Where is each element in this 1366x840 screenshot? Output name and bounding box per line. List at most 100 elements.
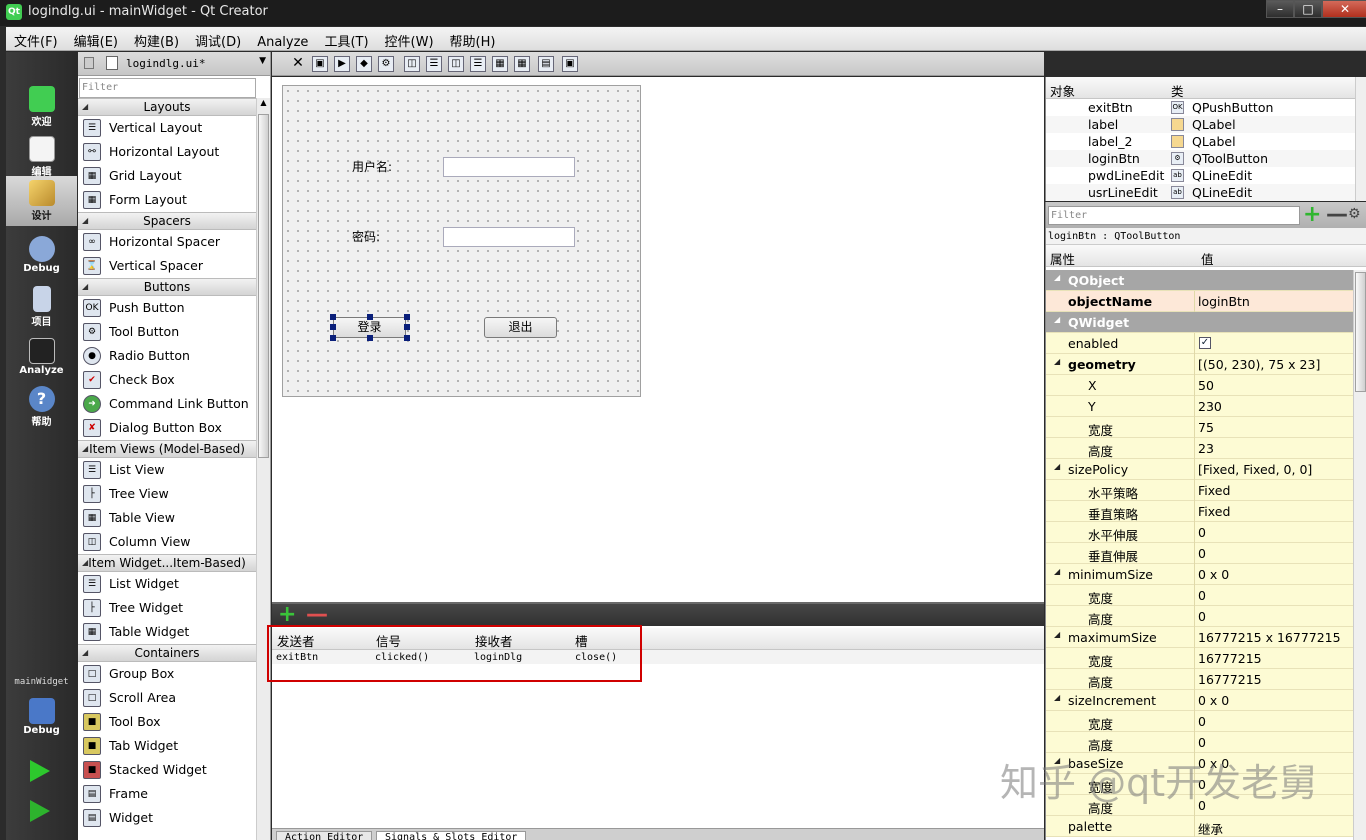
property-row[interactable]: Y 230 — [1046, 396, 1353, 417]
widget-item[interactable]: ▦ Table View — [78, 506, 256, 530]
property-row[interactable]: 高度 0 — [1046, 606, 1353, 627]
widget-item[interactable]: ☰ List View — [78, 458, 256, 482]
kit-selector[interactable]: Debug — [6, 694, 77, 744]
widget-item[interactable]: ● Radio Button — [78, 344, 256, 368]
category-layouts[interactable]: Layouts — [78, 98, 256, 116]
login-form-preview[interactable]: 用户名: 密码: 登录 退出 — [282, 85, 641, 397]
property-value[interactable]: [(50, 230), 75 x 23] — [1198, 357, 1320, 372]
property-value[interactable]: 50 — [1198, 378, 1214, 393]
widget-item[interactable]: ☰ Vertical Layout — [78, 116, 256, 140]
object-row[interactable]: usrLineEdit ab QLineEdit — [1046, 184, 1366, 201]
property-value[interactable]: 0 — [1198, 546, 1206, 561]
layout-vertical-icon[interactable]: ☰ — [426, 56, 442, 72]
category-spacers[interactable]: Spacers — [78, 212, 256, 230]
property-row[interactable]: ◢ minimumSize 0 x 0 — [1046, 564, 1353, 585]
layout-v-splitter-icon[interactable]: ☰ — [470, 56, 486, 72]
property-value[interactable]: Fixed — [1198, 483, 1230, 498]
property-value[interactable]: 23 — [1198, 441, 1214, 456]
column-class[interactable]: 类 — [1171, 81, 1184, 100]
widget-item[interactable]: OK Push Button — [78, 296, 256, 320]
menu-file[interactable]: 文件(F) — [6, 27, 66, 51]
mode-projects[interactable]: 项目 — [6, 282, 77, 332]
widget-item[interactable]: ✘ Dialog Button Box — [78, 416, 256, 440]
object-row[interactable]: loginBtn ⚙ QToolButton — [1046, 150, 1366, 167]
menu-controls[interactable]: 控件(W) — [377, 27, 442, 51]
edit-buddies-icon[interactable]: ◆ — [356, 56, 372, 72]
property-value[interactable]: Fixed — [1198, 504, 1230, 519]
column-value[interactable]: 值 — [1201, 249, 1214, 268]
tab-action-editor[interactable]: Action Editor — [276, 831, 373, 840]
property-row[interactable]: ◢ QWidget — [1046, 312, 1353, 333]
run-icon[interactable] — [30, 760, 50, 782]
layout-grid-icon[interactable]: ▦ — [514, 56, 530, 72]
widget-item[interactable]: ├ Tree View — [78, 482, 256, 506]
property-row[interactable]: 宽度 16777215 — [1046, 648, 1353, 669]
property-row[interactable]: 宽度 75 — [1046, 417, 1353, 438]
property-value[interactable]: 0 — [1198, 525, 1206, 540]
object-row[interactable]: exitBtn OK QPushButton — [1046, 99, 1366, 116]
property-value[interactable]: 0 — [1198, 588, 1206, 603]
property-row[interactable]: 高度 23 — [1046, 438, 1353, 459]
selection-handle[interactable] — [330, 335, 336, 341]
menu-tools[interactable]: 工具(T) — [316, 27, 376, 51]
layout-horizontal-icon[interactable]: ◫ — [404, 56, 420, 72]
widget-filter-input[interactable]: Filter — [79, 78, 256, 98]
expand-triangle-icon[interactable]: ◢ — [1054, 567, 1060, 576]
property-value[interactable]: 230 — [1198, 399, 1222, 414]
property-row[interactable]: 宽度 0 — [1046, 585, 1353, 606]
property-row[interactable]: 水平伸展 0 — [1046, 522, 1353, 543]
property-value[interactable]: [Fixed, Fixed, 0, 0] — [1198, 462, 1312, 477]
category-item-widgets[interactable]: Item Widget...Item-Based) — [78, 554, 256, 572]
widget-item[interactable]: ■ Tab Widget — [78, 734, 256, 758]
wrench-icon[interactable]: ⚙ — [1348, 206, 1361, 222]
widget-item[interactable]: ✔ Check Box — [78, 368, 256, 392]
property-filter-input[interactable]: Filter — [1048, 206, 1300, 225]
property-row[interactable]: 水平策略 Fixed — [1046, 480, 1353, 501]
property-value[interactable]: loginBtn — [1198, 294, 1250, 309]
mode-debug[interactable]: Debug — [6, 232, 77, 282]
menu-debug[interactable]: 调试(D) — [187, 27, 249, 51]
expand-triangle-icon[interactable]: ◢ — [1054, 693, 1060, 702]
widget-item[interactable]: ◫ Column View — [78, 530, 256, 554]
property-scrollbar[interactable] — [1353, 270, 1366, 840]
remove-connection-icon[interactable]: — — [306, 604, 328, 626]
selection-handle[interactable] — [330, 324, 336, 330]
add-connection-icon[interactable]: + — [278, 604, 296, 626]
widget-item[interactable]: ⚙ Tool Button — [78, 320, 256, 344]
property-value[interactable]: 0 — [1198, 735, 1206, 750]
widget-item[interactable]: ➜ Command Link Button — [78, 392, 256, 416]
mode-welcome[interactable]: 欢迎 — [6, 82, 77, 132]
menu-build[interactable]: 构建(B) — [126, 27, 187, 51]
break-layout-icon[interactable]: ▤ — [538, 56, 554, 72]
mode-help[interactable]: ? 帮助 — [6, 382, 77, 432]
widget-item[interactable]: ■ Stacked Widget — [78, 758, 256, 782]
property-value[interactable]: 0 x 0 — [1198, 567, 1229, 582]
category-buttons[interactable]: Buttons — [78, 278, 256, 296]
widget-item[interactable]: ⌛ Vertical Spacer — [78, 254, 256, 278]
expand-triangle-icon[interactable]: ◢ — [1054, 273, 1060, 282]
layout-h-splitter-icon[interactable]: ◫ — [448, 56, 464, 72]
property-row[interactable]: ◢ sizeIncrement 0 x 0 — [1046, 690, 1353, 711]
widget-item[interactable]: ⚯ Horizontal Layout — [78, 140, 256, 164]
password-input[interactable] — [443, 227, 575, 247]
property-row[interactable]: 垂直伸展 0 — [1046, 543, 1353, 564]
selection-handle[interactable] — [404, 314, 410, 320]
remove-property-icon[interactable]: — — [1326, 202, 1348, 227]
property-value[interactable]: 0 — [1198, 714, 1206, 729]
column-object[interactable]: 对象 — [1050, 81, 1075, 100]
selection-handle[interactable] — [404, 324, 410, 330]
widget-box-scrollbar[interactable]: ▲ — [256, 98, 270, 840]
password-label[interactable]: 密码: — [352, 228, 380, 245]
edit-widgets-icon[interactable]: ▣ — [312, 56, 328, 72]
chevron-down-icon[interactable]: ▼ — [259, 56, 266, 66]
widget-item[interactable]: ▦ Table Widget — [78, 620, 256, 644]
adjust-size-icon[interactable]: ▣ — [562, 56, 578, 72]
layout-form-icon[interactable]: ▦ — [492, 56, 508, 72]
property-value[interactable]: 75 — [1198, 420, 1214, 435]
property-value[interactable]: 16777215 — [1198, 651, 1262, 666]
property-value[interactable]: 16777215 — [1198, 672, 1262, 687]
widget-item[interactable]: ■ Tool Box — [78, 710, 256, 734]
debug-run-icon[interactable] — [30, 800, 50, 822]
selection-handle[interactable] — [404, 335, 410, 341]
property-row[interactable]: 宽度 0 — [1046, 711, 1353, 732]
